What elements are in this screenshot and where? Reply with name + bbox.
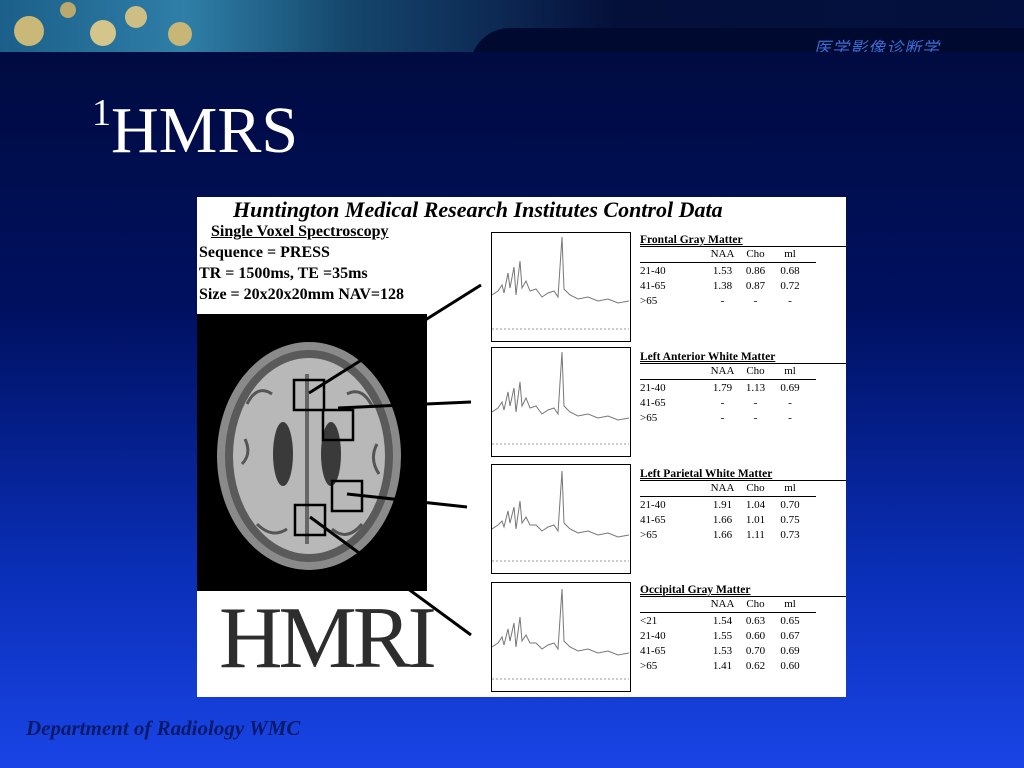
table-row: >65- - - [640, 295, 792, 307]
table-row: <21 1.54 0.63 0.65 [640, 615, 800, 627]
header-banner: 医学影像诊断学 [0, 0, 1024, 52]
table-row: 21-40 1.91 1.04 0.70 [640, 499, 800, 511]
footer-department: Department of Radiology WMC [26, 716, 301, 740]
header-subtitle: 医学影像诊断学 [814, 39, 940, 52]
table-row: >65- - - [640, 412, 792, 424]
spectroscopy-figure: Huntington Medical Research Institutes C… [197, 197, 846, 697]
region-title: Left Parietal White Matter [640, 468, 846, 481]
region-left-parietal-white: Left Parietal White Matter NAA Cho ml 21… [640, 468, 846, 543]
col-naa: NAA [710, 365, 735, 377]
header-dark-panel [470, 28, 1024, 52]
col-naa: NAA [710, 248, 735, 260]
col-cho: Cho [746, 248, 765, 260]
decor-circle [168, 22, 192, 46]
slide-title: 1HMRS [92, 94, 298, 164]
decor-circle [90, 20, 116, 46]
col-cho: Cho [746, 598, 765, 610]
table-row: >65 1.41 0.62 0.60 [640, 660, 800, 672]
spectrum-frontal-gray [491, 232, 631, 342]
title-superscript: 1 [92, 92, 111, 134]
table-header: NAA Cho ml [640, 364, 816, 380]
region-title: Frontal Gray Matter [640, 234, 846, 247]
table-row: 41-65 1.66 1.01 0.75 [640, 514, 800, 526]
col-ml: ml [784, 365, 796, 377]
region-occipital-gray: Occipital Gray Matter NAA Cho ml <21 1.54… [640, 584, 846, 674]
col-ml: ml [784, 598, 796, 610]
spectrum-occipital-gray [491, 582, 631, 692]
region-title: Left Anterior White Matter [640, 351, 846, 364]
table-header: NAA Cho ml [640, 247, 816, 263]
table-row: 21-40 1.55 0.60 0.67 [640, 630, 800, 642]
title-main: HMRS [111, 94, 299, 167]
table-row: 41-65 1.38 0.87 0.72 [640, 280, 800, 292]
col-ml: ml [784, 248, 796, 260]
col-naa: NAA [710, 598, 735, 610]
table-row: 21-40 1.53 0.86 0.68 [640, 265, 800, 277]
decor-circle [60, 2, 76, 18]
spectrum-left-parietal-white [491, 464, 631, 574]
table-row: 41-65- - - [640, 397, 792, 409]
table-header: NAA Cho ml [640, 597, 816, 613]
table-row: 21-40 1.79 1.13 0.69 [640, 382, 800, 394]
col-naa: NAA [710, 482, 735, 494]
table-row: 41-65 1.53 0.70 0.69 [640, 645, 800, 657]
region-left-anterior-white: Left Anterior White Matter NAA Cho ml 21… [640, 351, 846, 426]
col-cho: Cho [746, 482, 765, 494]
table-row: >65 1.66 1.11 0.73 [640, 529, 800, 541]
region-frontal-gray: Frontal Gray Matter NAA Cho ml 21-40 1.53… [640, 234, 846, 309]
decor-circle [125, 6, 147, 28]
col-ml: ml [784, 482, 796, 494]
spectrum-left-anterior-white [491, 347, 631, 457]
col-cho: Cho [746, 365, 765, 377]
region-title: Occipital Gray Matter [640, 584, 846, 597]
decor-circle [14, 16, 44, 46]
table-header: NAA Cho ml [640, 481, 816, 497]
